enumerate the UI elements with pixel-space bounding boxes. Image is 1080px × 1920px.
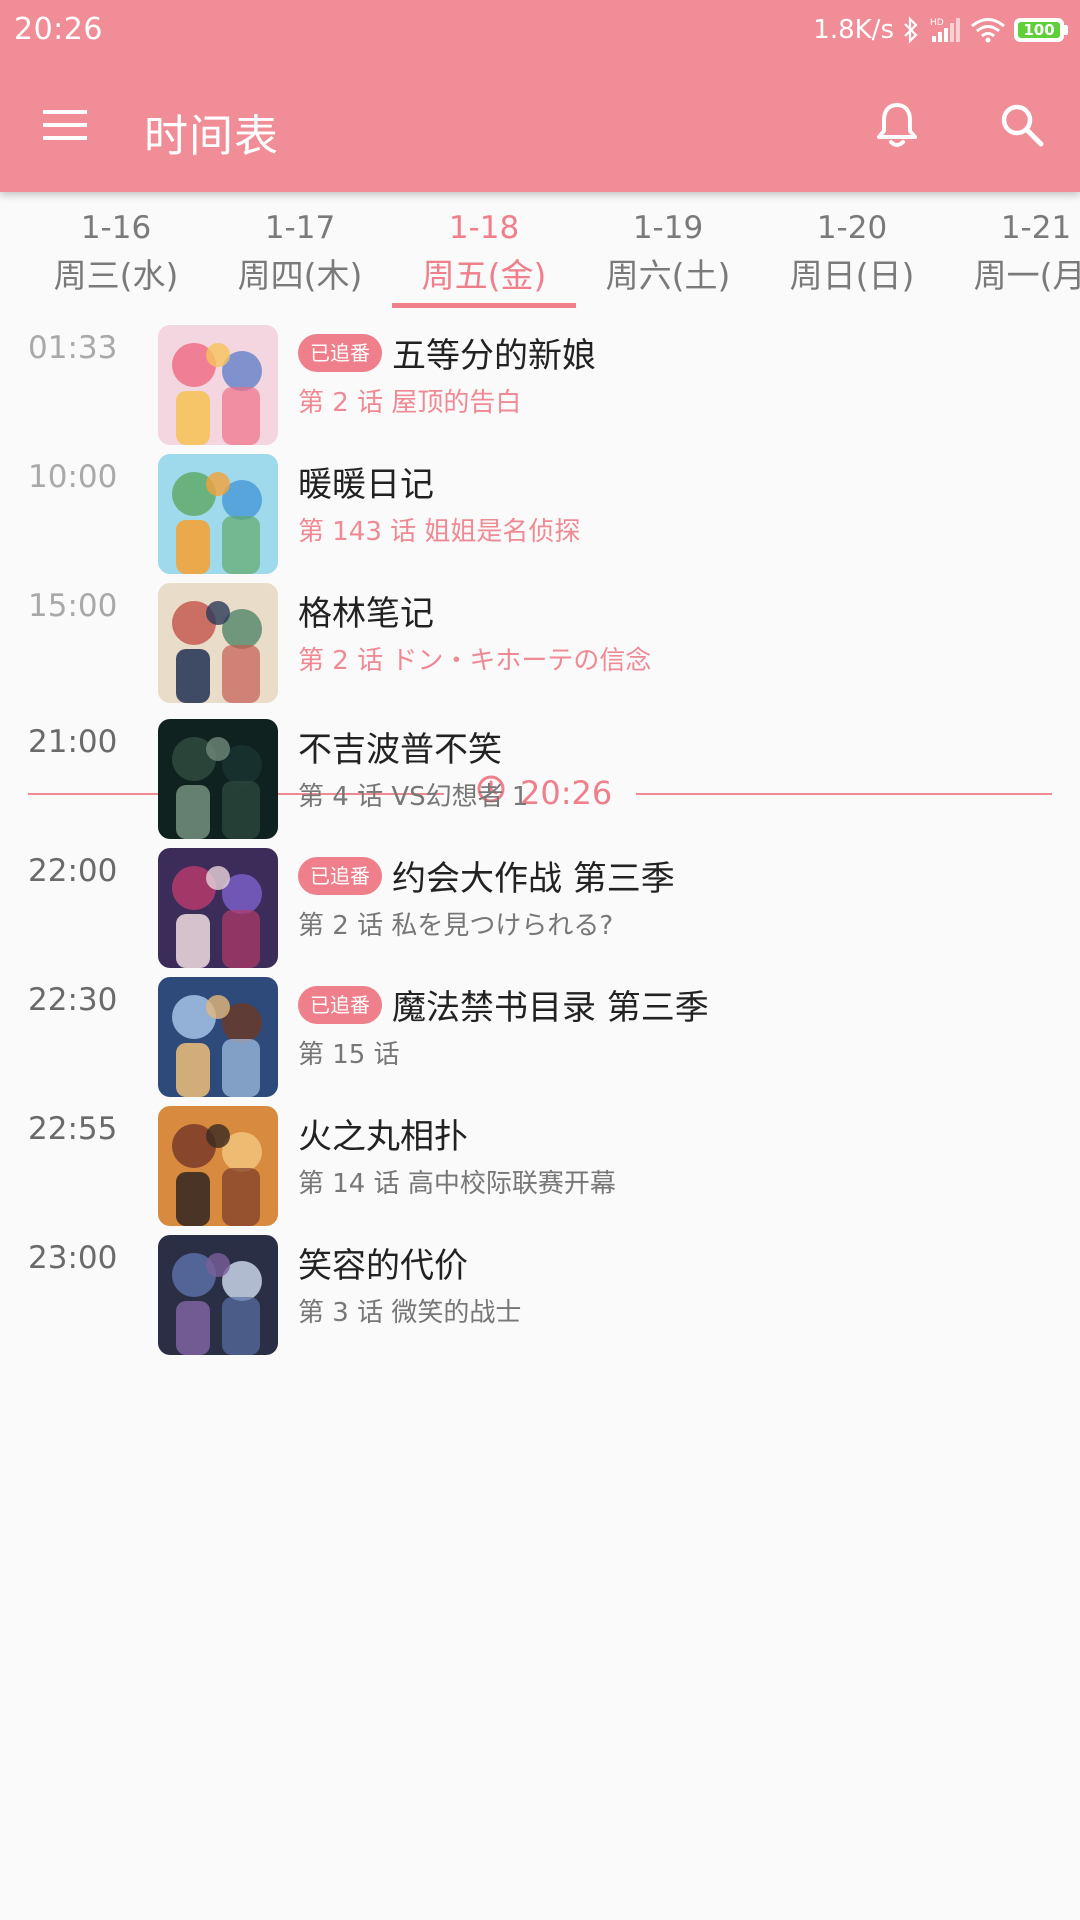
- anime-cover-image[interactable]: [158, 454, 278, 574]
- anime-cover-image[interactable]: [158, 977, 278, 1097]
- anime-title: 格林笔记: [298, 594, 434, 634]
- bluetooth-icon: [902, 16, 920, 44]
- status-icons: 1.8K/s HD 100: [813, 12, 1068, 48]
- episode-info: 第 15 话: [298, 1040, 400, 1070]
- anime-title: 约会大作战 第三季: [392, 859, 675, 899]
- day-tab-weekday: 周日(日): [789, 256, 915, 295]
- cellular-signal-icon: HD: [928, 16, 962, 44]
- day-tabs: 1-15 周二(火) 1-16 周三(水) 1-17 周四(木) 1-18 周五(金) 1-19…: [0, 192, 1080, 308]
- day-tab[interactable]: 1-20 周日(日): [760, 192, 944, 308]
- anime-cover-image[interactable]: [158, 583, 278, 703]
- following-badge: 已追番: [298, 985, 382, 1024]
- network-speed: 1.8K/s: [813, 15, 894, 45]
- battery-icon: 100: [1014, 18, 1068, 42]
- air-time: 21:00: [28, 724, 118, 760]
- day-tab[interactable]: 1-16 周三(水): [24, 192, 208, 308]
- air-time: 10:00: [28, 459, 118, 495]
- title-line: 暖暖日记: [298, 457, 434, 506]
- title-line: 火之丸相扑: [298, 1109, 468, 1158]
- day-tab-weekday: 周一(月): [973, 256, 1080, 295]
- status-time: 20:26: [14, 12, 103, 47]
- day-tab-weekday: 周四(木): [237, 256, 363, 295]
- title-line: 已追番 约会大作战 第三季: [298, 851, 675, 900]
- following-badge: 已追番: [298, 856, 382, 895]
- menu-button[interactable]: [28, 90, 102, 164]
- day-tab-date: 1-16: [80, 210, 152, 246]
- app-bar: 时间表: [0, 60, 1080, 192]
- bell-icon: [875, 101, 919, 153]
- episode-info: 第 143 话 姐姐是名侦探: [298, 517, 581, 547]
- anime-cover-image[interactable]: [158, 719, 278, 839]
- anime-title: 笑容的代价: [298, 1246, 468, 1286]
- notifications-button[interactable]: [860, 90, 934, 164]
- day-tab-date: 1-19: [632, 210, 704, 246]
- day-tab-date: 1-17: [264, 210, 336, 246]
- schedule-item[interactable]: 15:00 格林笔记第 2 话 ドン・キホーテの信念: [0, 566, 1080, 724]
- day-tab-weekday: 周三(水): [53, 256, 179, 295]
- anime-cover-image[interactable]: [158, 1106, 278, 1226]
- battery-level: 100: [1018, 22, 1060, 38]
- episode-info: 第 2 话 ドン・キホーテの信念: [298, 646, 652, 676]
- day-tab-weekday: 周六(土): [605, 256, 731, 295]
- schedule-item[interactable]: 23:00 笑容的代价第 3 话 微笑的战士: [0, 1218, 1080, 1376]
- day-tab-date: 1-20: [816, 210, 888, 246]
- search-icon: [999, 102, 1045, 152]
- day-tab-weekday: 周二(火): [0, 249, 24, 297]
- anime-title: 火之丸相扑: [298, 1117, 468, 1157]
- air-time: 01:33: [28, 330, 118, 366]
- air-time: 15:00: [28, 588, 118, 624]
- anime-cover-image[interactable]: [158, 848, 278, 968]
- anime-cover-image[interactable]: [158, 1235, 278, 1355]
- day-tab[interactable]: 1-19 周六(土): [576, 192, 760, 308]
- anime-title: 魔法禁书目录 第三季: [392, 988, 709, 1028]
- day-tab[interactable]: 1-17 周四(木): [208, 192, 392, 308]
- day-tab[interactable]: 1-18 周五(金): [392, 192, 576, 308]
- wifi-icon: [970, 16, 1006, 44]
- air-time: 22:30: [28, 982, 118, 1018]
- episode-info: 第 3 话 微笑的战士: [298, 1298, 522, 1328]
- day-tab-date: 1-21: [1000, 210, 1072, 246]
- title-line: 已追番 魔法禁书目录 第三季: [298, 980, 709, 1029]
- anime-cover-image[interactable]: [158, 325, 278, 445]
- episode-info: 第 2 话 私を見つけられる?: [298, 911, 614, 941]
- title-line: 格林笔记: [298, 586, 434, 635]
- anime-title: 暖暖日记: [298, 465, 434, 505]
- page-title: 时间表: [144, 111, 279, 162]
- day-tab[interactable]: 1-21 周一(月): [944, 192, 1080, 308]
- day-tab-date: 1-18: [448, 210, 520, 246]
- app-header: 20:26 1.8K/s HD 100 时间表: [0, 0, 1080, 192]
- following-badge: 已追番: [298, 333, 382, 372]
- day-tab[interactable]: 1-15 周二(火): [0, 192, 24, 308]
- episode-info: 第 4 话 VS幻想者 1: [298, 782, 529, 812]
- episode-info: 第 2 话 屋顶的告白: [298, 388, 522, 418]
- title-line: 不吉波普不笑: [298, 722, 502, 771]
- episode-info: 第 14 话 高中校际联赛开幕: [298, 1169, 616, 1199]
- search-button[interactable]: [985, 90, 1059, 164]
- title-line: 笑容的代价: [298, 1238, 468, 1287]
- day-tab-weekday: 周五(金): [421, 256, 547, 295]
- air-time: 23:00: [28, 1240, 118, 1276]
- day-tab-date: 1-15: [0, 210, 24, 246]
- air-time: 22:00: [28, 853, 118, 889]
- svg-text:HD: HD: [930, 18, 944, 28]
- anime-title: 不吉波普不笑: [298, 730, 502, 770]
- title-line: 已追番 五等分的新娘: [298, 328, 596, 377]
- status-bar: 20:26 1.8K/s HD 100: [0, 0, 1080, 60]
- anime-title: 五等分的新娘: [392, 336, 596, 376]
- menu-icon: [41, 107, 89, 147]
- air-time: 22:55: [28, 1111, 118, 1147]
- day-tabs-track: 1-15 周二(火) 1-16 周三(水) 1-17 周四(木) 1-18 周五(金) 1-19…: [0, 192, 1080, 308]
